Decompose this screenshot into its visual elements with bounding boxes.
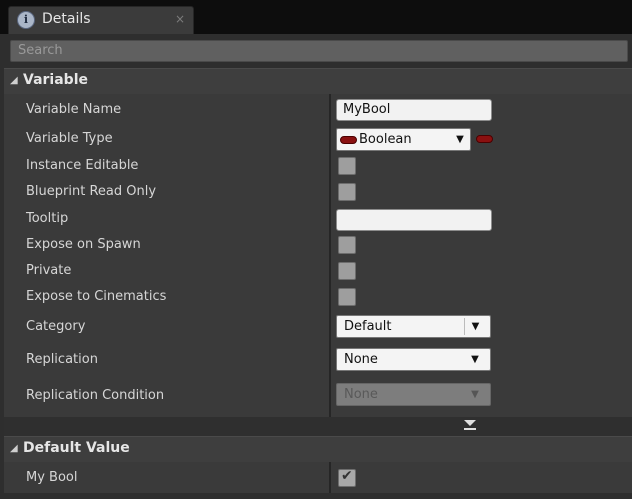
chevron-down-icon: ▼: [471, 354, 479, 365]
chevron-down-icon: ▼: [471, 389, 479, 400]
row-variable-name: Variable Name MyBool: [4, 94, 632, 124]
collapse-arrow-icon: ◢: [10, 75, 18, 86]
variable-properties: Variable Name MyBool Variable Type Boole…: [4, 94, 632, 417]
tab-title: Details: [42, 11, 91, 27]
container-type-icon[interactable]: [476, 135, 493, 143]
replication-dropdown[interactable]: None ▼: [336, 348, 491, 371]
property-label: Category: [26, 319, 86, 334]
row-replication: Replication None ▼: [4, 343, 632, 377]
boolean-pin-icon: [340, 136, 357, 144]
dropdown-value: None: [344, 352, 378, 367]
row-expose-on-spawn: Expose on Spawn: [4, 231, 632, 257]
property-label: Replication Condition: [26, 388, 165, 403]
variable-type-dropdown[interactable]: Boolean ▼: [336, 128, 471, 151]
property-label: Private: [26, 263, 72, 278]
dropdown-value: None: [344, 387, 378, 402]
category-header-default-value[interactable]: ◢ Default Value: [4, 436, 632, 462]
expand-advanced-icon: [464, 420, 476, 426]
property-label: Replication: [26, 352, 98, 367]
search-input[interactable]: Search: [10, 40, 628, 62]
replication-condition-dropdown: None ▼: [336, 383, 491, 406]
tab-bar: i Details ×: [0, 0, 632, 34]
property-label: My Bool: [26, 470, 78, 485]
row-expose-to-cinematics: Expose to Cinematics: [4, 283, 632, 310]
details-tab[interactable]: i Details ×: [8, 6, 194, 34]
property-label: Tooltip: [26, 211, 69, 226]
instance-editable-checkbox[interactable]: [338, 157, 356, 175]
property-label: Variable Name: [26, 102, 122, 117]
row-my-bool: My Bool ✔: [4, 462, 632, 493]
property-label: Blueprint Read Only: [26, 184, 157, 199]
chevron-down-icon: ▼: [456, 134, 464, 145]
category-title: Default Value: [23, 440, 130, 456]
collapse-arrow-icon: ◢: [10, 443, 18, 454]
info-icon: i: [17, 11, 35, 29]
details-panel: Search ◢ Variable Variable Name MyBool V…: [0, 34, 632, 499]
property-label: Variable Type: [26, 131, 113, 146]
row-private: Private: [4, 257, 632, 283]
blueprint-read-only-checkbox[interactable]: [338, 183, 356, 201]
row-category: Category Default ▼: [4, 310, 632, 343]
dropdown-value: Boolean: [359, 132, 412, 147]
row-instance-editable: Instance Editable: [4, 152, 632, 178]
variable-name-input[interactable]: MyBool: [336, 99, 492, 121]
category-combobox[interactable]: Default ▼: [336, 315, 491, 338]
private-checkbox[interactable]: [338, 262, 356, 280]
row-tooltip: Tooltip: [4, 204, 632, 231]
property-label: Instance Editable: [26, 158, 139, 173]
search-placeholder: Search: [18, 43, 63, 58]
expose-on-spawn-checkbox[interactable]: [338, 236, 356, 254]
category-header-variable[interactable]: ◢ Variable: [4, 68, 632, 94]
advanced-expander[interactable]: [4, 417, 632, 437]
my-bool-checkbox[interactable]: ✔: [338, 468, 356, 487]
property-label: Expose to Cinematics: [26, 289, 167, 304]
tooltip-input[interactable]: [336, 209, 492, 231]
chevron-down-icon[interactable]: ▼: [464, 318, 486, 335]
checkmark-icon: ✔: [341, 468, 353, 484]
expose-to-cinematics-checkbox[interactable]: [338, 288, 356, 306]
category-title: Variable: [23, 72, 88, 88]
dropdown-value: Default: [344, 319, 392, 334]
default-value-properties: My Bool ✔: [4, 462, 632, 493]
row-replication-condition: Replication Condition None ▼: [4, 377, 632, 417]
property-label: Expose on Spawn: [26, 237, 141, 252]
close-icon[interactable]: ×: [175, 12, 185, 26]
row-blueprint-read-only: Blueprint Read Only: [4, 178, 632, 204]
expand-advanced-underline: [464, 428, 476, 430]
row-variable-type: Variable Type Boolean ▼: [4, 124, 632, 152]
